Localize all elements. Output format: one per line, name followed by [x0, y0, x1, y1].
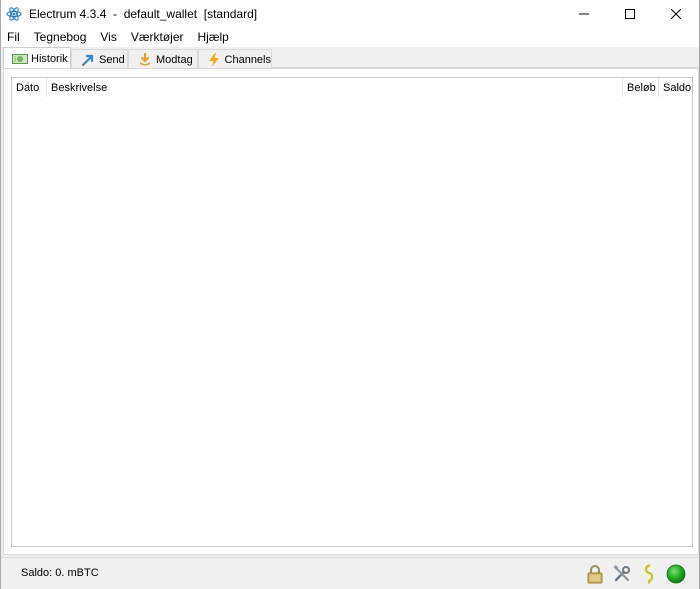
tab-history[interactable]: Historik: [3, 47, 71, 69]
menu-bar: Fil Tegnebog Vis Værktøjer Hjælp: [1, 28, 699, 47]
tools-icon[interactable]: [612, 564, 632, 584]
title-bar[interactable]: Electrum 4.3.4 - default_wallet [standar…: [1, 0, 699, 28]
tab-receive[interactable]: Modtag: [128, 49, 198, 69]
money-icon: [12, 52, 28, 66]
app-window: Electrum 4.3.4 - default_wallet [standar…: [0, 0, 700, 589]
close-button[interactable]: [653, 0, 699, 28]
tab-label: Modtag: [156, 53, 193, 66]
lightning-icon: [207, 52, 222, 67]
lock-icon[interactable]: [585, 564, 605, 584]
table-header: ^ Dato Beskrivelse Beløb Saldo: [12, 78, 692, 97]
history-table[interactable]: ^ Dato Beskrivelse Beløb Saldo: [11, 77, 693, 547]
window-title: Electrum 4.3.4 - default_wallet [standar…: [29, 7, 258, 21]
minimize-button[interactable]: [561, 0, 607, 28]
window-controls: [561, 0, 699, 28]
tab-bar: Historik Send Modtag Channels: [1, 47, 699, 69]
seed-icon[interactable]: [639, 564, 659, 584]
close-icon: [671, 9, 681, 19]
column-header-date[interactable]: ^ Dato: [12, 78, 47, 97]
menu-help[interactable]: Hjælp: [191, 28, 236, 47]
sort-ascending-icon: ^: [26, 82, 30, 89]
receive-icon: [137, 52, 153, 67]
menu-view[interactable]: Vis: [93, 28, 123, 47]
status-bar: Saldo: 0. mBTC: [1, 557, 699, 589]
tab-label: Channels: [224, 53, 271, 66]
network-status-icon[interactable]: [666, 564, 686, 584]
column-label: Beskrivelse: [51, 82, 108, 94]
column-header-description[interactable]: Beskrivelse: [47, 78, 623, 97]
tab-label: Historik: [31, 52, 68, 65]
electrum-logo-icon: [6, 6, 22, 22]
column-header-amount[interactable]: Beløb: [623, 78, 659, 97]
history-pane: ^ Dato Beskrivelse Beløb Saldo: [3, 68, 699, 555]
column-label: Beløb: [627, 82, 656, 94]
maximize-icon: [625, 9, 635, 19]
balance-label: Saldo: 0. mBTC: [21, 567, 99, 579]
tab-send[interactable]: Send: [71, 49, 128, 69]
menu-wallet[interactable]: Tegnebog: [27, 28, 94, 47]
minimize-icon: [579, 13, 589, 15]
maximize-button[interactable]: [607, 0, 653, 28]
menu-tools[interactable]: Værktøjer: [124, 28, 191, 47]
tab-channels[interactable]: Channels: [198, 49, 272, 69]
column-label: Saldo: [663, 82, 692, 94]
tab-label: Send: [99, 53, 125, 66]
send-arrow-icon: [80, 53, 96, 67]
column-header-balance[interactable]: Saldo: [659, 78, 694, 97]
menu-file[interactable]: Fil: [1, 28, 27, 47]
